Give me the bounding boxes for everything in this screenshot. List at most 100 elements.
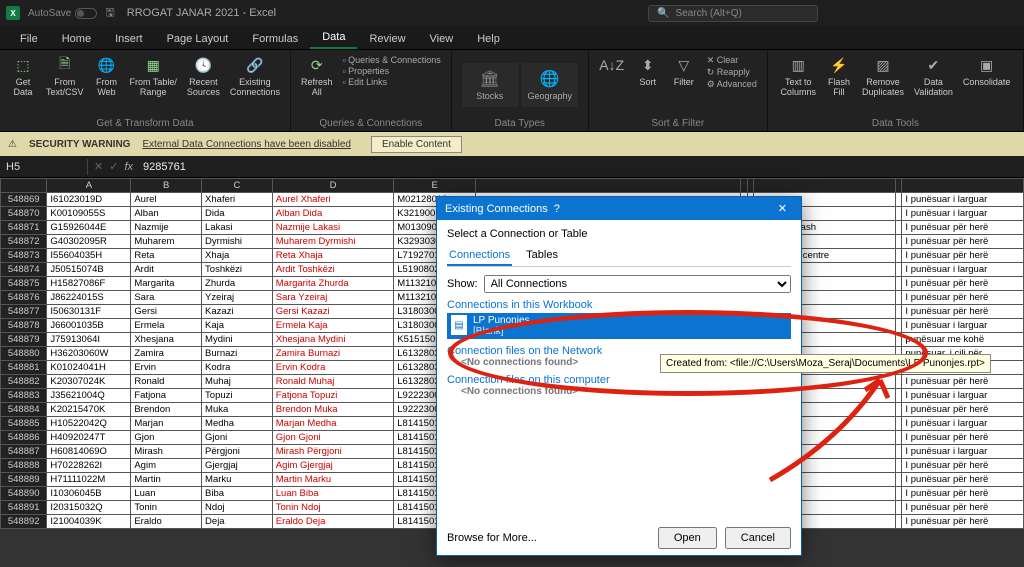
cell[interactable]: G15926044E (47, 221, 131, 235)
cell[interactable]: I punësuar i larguar (902, 207, 1024, 221)
cell[interactable]: 548870 (1, 207, 47, 221)
tab-formulas[interactable]: Formulas (240, 29, 310, 49)
cell[interactable]: G40302095R (47, 235, 131, 249)
cell[interactable]: I punësuar për herë (902, 221, 1024, 235)
cell[interactable]: 548874 (1, 263, 47, 277)
cell[interactable]: 548882 (1, 375, 47, 389)
security-warning-link[interactable]: External Data Connections have been disa… (142, 139, 350, 150)
cell[interactable]: H36203060W (47, 347, 131, 361)
cell[interactable]: Muharem Dyrmishi (272, 235, 394, 249)
cell[interactable]: Nazmije Lakasi (272, 221, 394, 235)
cancel-button[interactable]: Cancel (725, 527, 791, 549)
enable-content-button[interactable]: Enable Content (371, 136, 462, 153)
cell[interactable]: Marjan (131, 417, 202, 431)
col-header[interactable] (741, 179, 748, 193)
tab-connections[interactable]: Connections (447, 246, 512, 266)
toggle-off-icon[interactable] (75, 8, 97, 19)
cell[interactable]: Zamira (131, 347, 202, 361)
cell[interactable]: 548869 (1, 193, 47, 207)
gt-btn-3[interactable]: ▦From Table/ Range (126, 53, 181, 116)
cell[interactable]: I punësuar për herë (902, 249, 1024, 263)
search-box[interactable]: 🔍 Search (Alt+Q) (648, 5, 818, 22)
cell[interactable]: Xhaferi (202, 193, 273, 207)
cell[interactable]: I punësuar për herë (902, 459, 1024, 473)
tab-tables[interactable]: Tables (524, 246, 560, 266)
cell[interactable]: Ardit Toshkëzi (272, 263, 394, 277)
save-icon[interactable]: 🖫 (105, 4, 114, 23)
cell[interactable]: Kazazi (202, 305, 273, 319)
col-header[interactable] (476, 179, 741, 193)
tab-page-layout[interactable]: Page Layout (155, 29, 241, 49)
cell[interactable]: I punësuar për herë (902, 501, 1024, 515)
cell[interactable]: I punësuar për herë (902, 375, 1024, 389)
cell[interactable]: Alban (131, 207, 202, 221)
cell[interactable]: Marjan Medha (272, 417, 394, 431)
cell[interactable]: 548884 (1, 403, 47, 417)
cell[interactable]: Martin (131, 473, 202, 487)
col-header[interactable]: A (47, 179, 131, 193)
cell[interactable]: Brendon (131, 403, 202, 417)
cell[interactable]: Gersi (131, 305, 202, 319)
cell[interactable]: J66001035B (47, 319, 131, 333)
filter-opt-0[interactable]: ✕ Clear (707, 55, 739, 66)
cell[interactable]: I punësuar për herë (902, 515, 1024, 529)
qc-item-1[interactable]: ▫ Properties (342, 66, 389, 76)
cell[interactable]: Ermela Kaja (272, 319, 394, 333)
cell[interactable]: 548883 (1, 389, 47, 403)
cell[interactable]: 548875 (1, 277, 47, 291)
cell[interactable]: I punësuar për herë (902, 277, 1024, 291)
cell[interactable]: 548889 (1, 473, 47, 487)
cell[interactable]: Ervin (131, 361, 202, 375)
cell[interactable]: Zamira Burnazi (272, 347, 394, 361)
cell[interactable] (895, 459, 902, 473)
gt-btn-0[interactable]: ⬚Get Data (6, 53, 40, 116)
cell[interactable]: Luan Biba (272, 487, 394, 501)
cell[interactable]: Mydini (202, 333, 273, 347)
col-header[interactable] (902, 179, 1024, 193)
cell[interactable]: Burnazi (202, 347, 273, 361)
cell[interactable] (895, 193, 902, 207)
tab-review[interactable]: Review (357, 29, 417, 49)
cell[interactable]: 548873 (1, 249, 47, 263)
cell[interactable]: Ervin Kodra (272, 361, 394, 375)
cell[interactable]: Fatjona Topuzi (272, 389, 394, 403)
cell[interactable]: Biba (202, 487, 273, 501)
dt-btn-0[interactable]: ▥Text to Columns (776, 53, 820, 116)
cell[interactable]: Muhaj (202, 375, 273, 389)
cell[interactable]: I punësuar i larguar (902, 389, 1024, 403)
cell[interactable]: K01024041H (47, 361, 131, 375)
autosave-toggle[interactable]: AutoSave (28, 8, 97, 19)
tab-data[interactable]: Data (310, 27, 357, 49)
col-header[interactable]: E (394, 179, 476, 193)
cell[interactable]: Kodra (202, 361, 273, 375)
cell[interactable]: Mirash (131, 445, 202, 459)
gt-btn-2[interactable]: 🌐From Web (90, 53, 124, 116)
cell[interactable]: Margarita (131, 277, 202, 291)
cell[interactable]: Tonin Ndoj (272, 501, 394, 515)
dt-btn-2[interactable]: ▨Remove Duplicates (858, 53, 908, 116)
cell[interactable]: Eraldo (131, 515, 202, 529)
cell[interactable]: K20215470K (47, 403, 131, 417)
cell[interactable]: Gjergjaj (202, 459, 273, 473)
cell[interactable] (895, 501, 902, 515)
cell[interactable] (895, 431, 902, 445)
cell[interactable]: 548881 (1, 361, 47, 375)
qc-item-2[interactable]: ▫ Edit Links (342, 77, 387, 87)
cell[interactable]: Brendon Muka (272, 403, 394, 417)
cell[interactable]: 548890 (1, 487, 47, 501)
cell[interactable]: Ndoj (202, 501, 273, 515)
cell[interactable]: Mirash Përgjoni (272, 445, 394, 459)
col-header[interactable] (895, 179, 902, 193)
cell[interactable]: I10306045B (47, 487, 131, 501)
cell[interactable]: I61023019D (47, 193, 131, 207)
filter-opt-2[interactable]: ⚙ Advanced (707, 79, 757, 90)
cell[interactable]: Lakasi (202, 221, 273, 235)
cell[interactable] (895, 319, 902, 333)
cell[interactable]: Fatjona (131, 389, 202, 403)
stocks-button[interactable]: 🏛Stocks (462, 63, 518, 107)
gt-btn-5[interactable]: 🔗Existing Connections (226, 53, 284, 116)
tab-help[interactable]: Help (465, 29, 512, 49)
cell[interactable]: H71111022M (47, 473, 131, 487)
cell[interactable]: Zhurda (202, 277, 273, 291)
cell[interactable]: Eraldo Deja (272, 515, 394, 529)
